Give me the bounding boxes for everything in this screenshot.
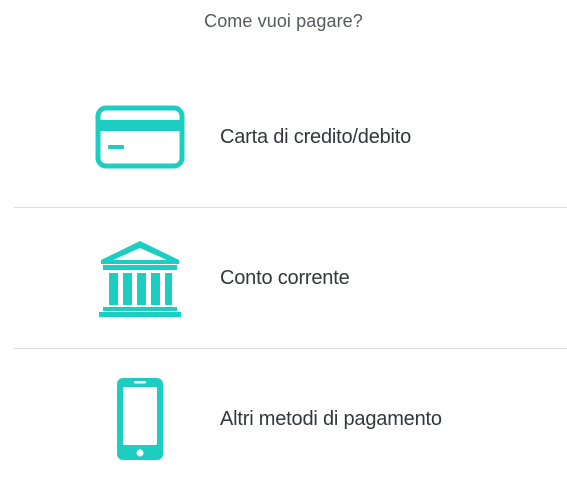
payment-option-card[interactable]: Carta di credito/debito bbox=[14, 67, 567, 207]
payment-option-label: Conto corrente bbox=[220, 266, 350, 289]
smartphone-icon bbox=[88, 349, 192, 489]
credit-card-icon bbox=[88, 67, 192, 207]
bank-icon bbox=[88, 208, 192, 348]
payment-option-bank[interactable]: Conto corrente bbox=[14, 208, 567, 348]
payment-option-label: Altri metodi di pagamento bbox=[220, 407, 442, 430]
page-title: Come vuoi pagare? bbox=[204, 11, 363, 31]
payment-option-other[interactable]: Altri metodi di pagamento bbox=[14, 349, 567, 489]
payment-option-label: Carta di credito/debito bbox=[220, 125, 412, 148]
